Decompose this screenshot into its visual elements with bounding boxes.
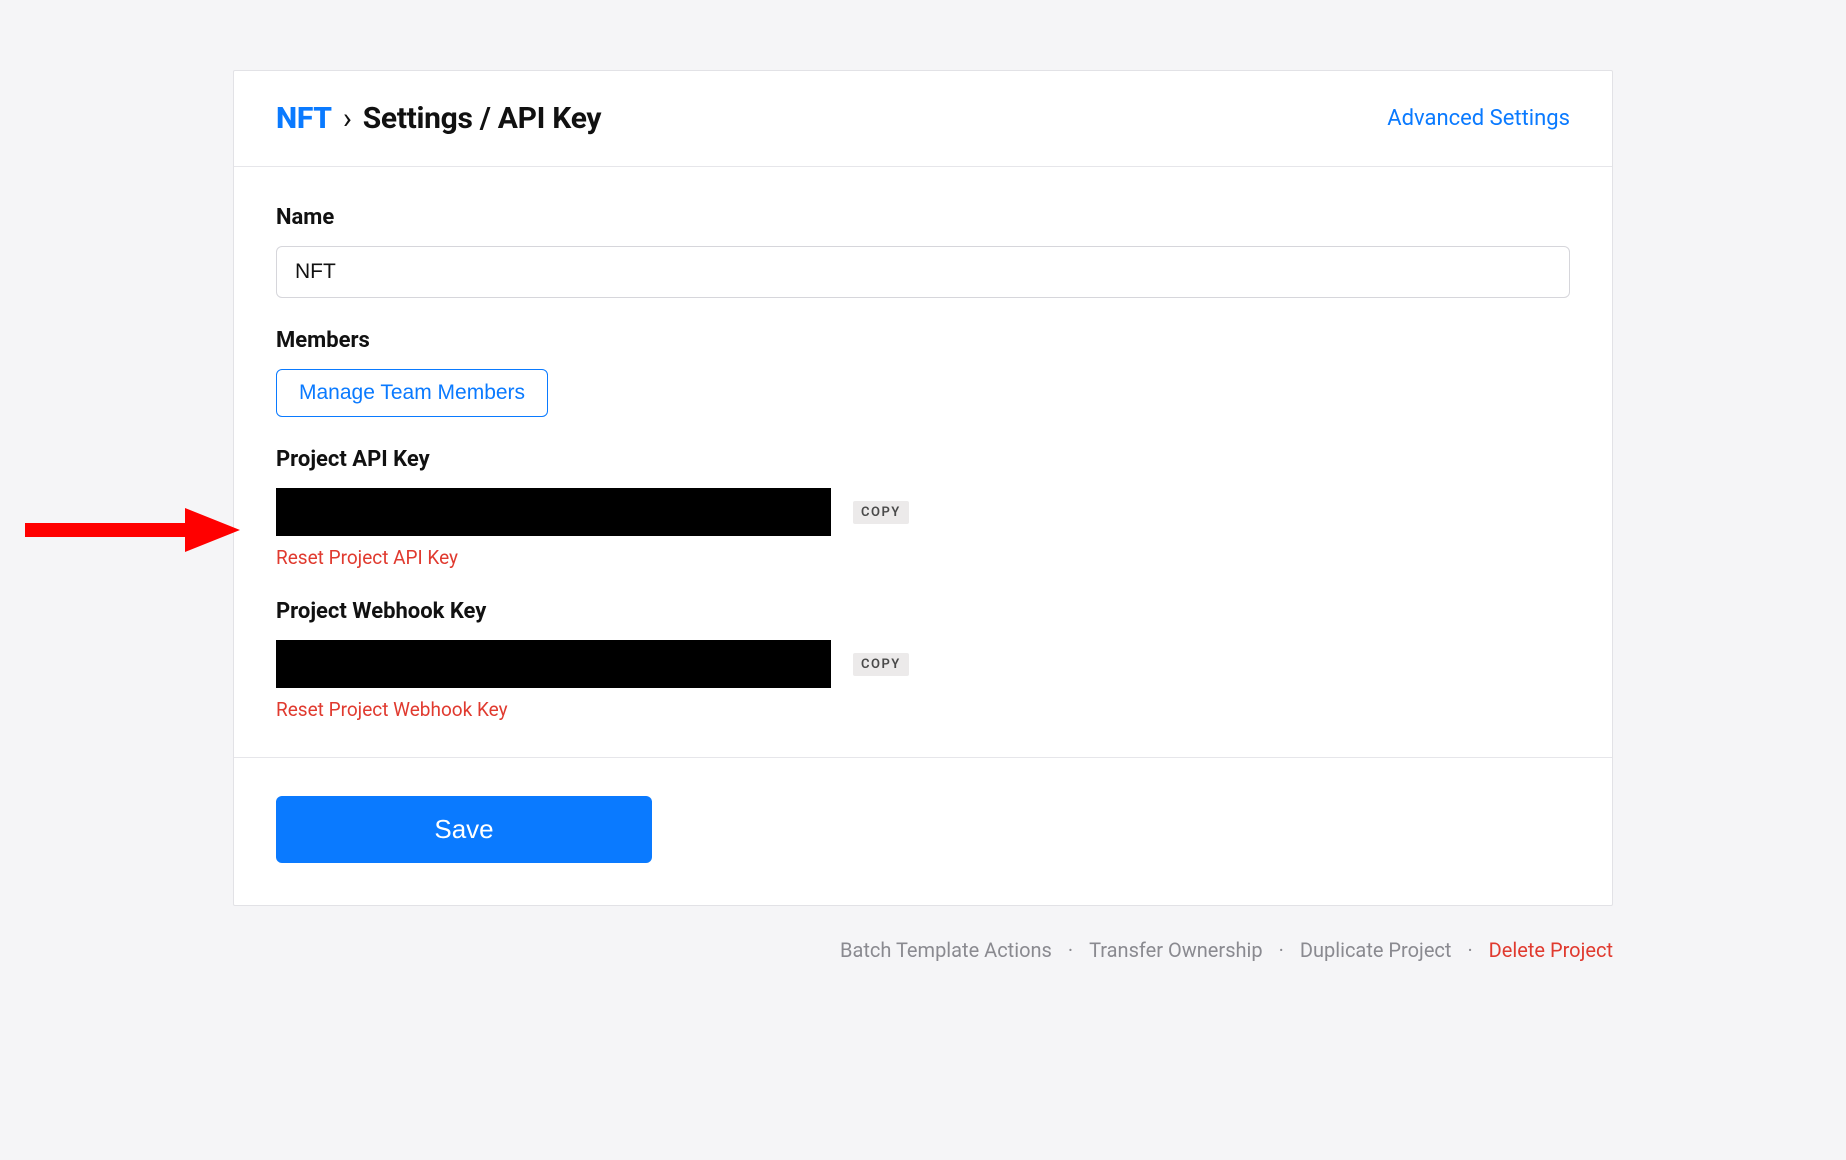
settings-card: NFT › Settings / API Key Advanced Settin…: [233, 70, 1613, 906]
duplicate-project-link[interactable]: Duplicate Project: [1300, 938, 1452, 962]
name-input[interactable]: [276, 246, 1570, 298]
reset-webhook-key-link[interactable]: Reset Project Webhook Key: [276, 698, 508, 721]
breadcrumb-separator: ›: [343, 101, 352, 136]
reset-api-key-link[interactable]: Reset Project API Key: [276, 546, 458, 569]
manage-members-button[interactable]: Manage Team Members: [276, 369, 548, 417]
batch-template-actions-link[interactable]: Batch Template Actions: [840, 938, 1052, 962]
webhook-key-copy-button[interactable]: COPY: [853, 653, 909, 676]
advanced-settings-link[interactable]: Advanced Settings: [1387, 106, 1570, 131]
name-label: Name: [276, 205, 1570, 230]
webhook-key-section: Project Webhook Key COPY Reset Project W…: [276, 599, 1570, 721]
api-key-label: Project API Key: [276, 447, 1570, 472]
footer-links: Batch Template Actions · Transfer Owners…: [233, 938, 1613, 962]
webhook-key-label: Project Webhook Key: [276, 599, 1570, 624]
api-key-value[interactable]: [276, 488, 831, 536]
page-title: Settings / API Key: [363, 101, 601, 136]
api-key-copy-button[interactable]: COPY: [853, 501, 909, 524]
members-section: Members Manage Team Members: [276, 328, 1570, 417]
card-footer: Save: [234, 757, 1612, 905]
save-button[interactable]: Save: [276, 796, 652, 863]
delete-project-link[interactable]: Delete Project: [1489, 938, 1613, 962]
separator-dot: ·: [1467, 938, 1472, 962]
transfer-ownership-link[interactable]: Transfer Ownership: [1089, 938, 1263, 962]
separator-dot: ·: [1279, 938, 1284, 962]
webhook-key-value[interactable]: [276, 640, 831, 688]
project-link[interactable]: NFT: [276, 101, 332, 136]
members-label: Members: [276, 328, 1570, 353]
card-body: Name Members Manage Team Members Project…: [234, 167, 1612, 757]
breadcrumb: NFT › Settings / API Key: [276, 101, 601, 136]
api-key-section: Project API Key COPY Reset Project API K…: [276, 447, 1570, 569]
name-section: Name: [276, 205, 1570, 298]
card-header: NFT › Settings / API Key Advanced Settin…: [234, 71, 1612, 167]
separator-dot: ·: [1068, 938, 1073, 962]
